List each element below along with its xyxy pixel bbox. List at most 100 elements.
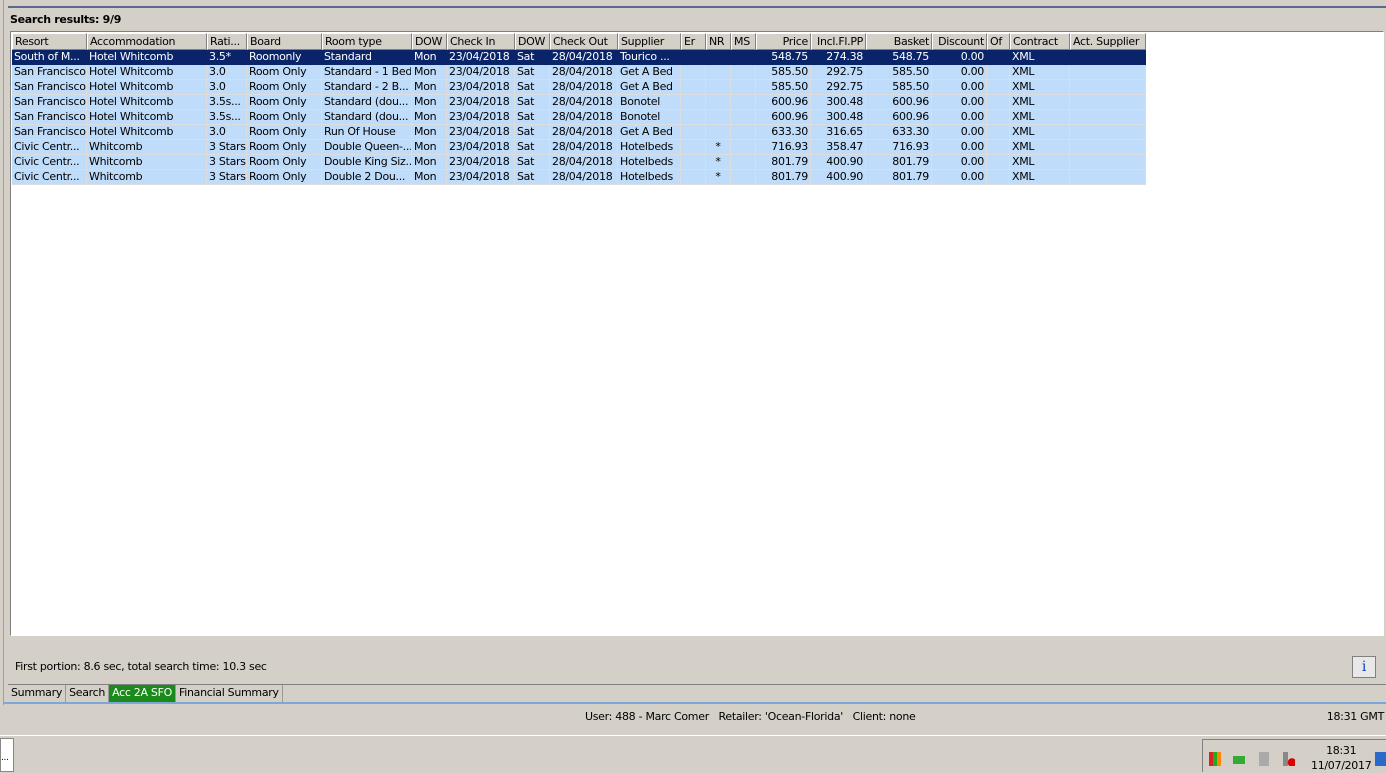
table-cell xyxy=(987,80,1010,95)
column-header[interactable]: Check In xyxy=(447,33,515,50)
column-header[interactable]: Rati... xyxy=(207,33,247,50)
table-cell: Whitcomb xyxy=(87,140,207,155)
user-info: User: 488 - Marc Comer Retailer: 'Ocean-… xyxy=(585,710,916,723)
table-cell: 28/04/2018 xyxy=(550,140,618,155)
table-cell: 0.00 xyxy=(932,110,987,125)
table-cell xyxy=(1070,110,1146,125)
tab-acc-2a-sfo[interactable]: Acc 2A SFO xyxy=(109,685,176,702)
table-cell: 28/04/2018 xyxy=(550,50,618,65)
taskbar-button-label: ... xyxy=(1,753,9,763)
table-cell xyxy=(987,95,1010,110)
table-cell xyxy=(1070,155,1146,170)
table-cell xyxy=(987,170,1010,185)
table-cell xyxy=(681,125,706,140)
table-cell: 23/04/2018 xyxy=(447,95,515,110)
tab-financial-summary[interactable]: Financial Summary xyxy=(176,685,283,702)
table-cell: San Francisco xyxy=(12,65,87,80)
tab-search[interactable]: Search xyxy=(66,685,110,702)
volume-muted-icon[interactable] xyxy=(1283,752,1295,766)
table-cell: 28/04/2018 xyxy=(550,155,618,170)
table-cell xyxy=(987,125,1010,140)
column-header[interactable]: Discount xyxy=(932,33,987,50)
table-cell: Whitcomb xyxy=(87,170,207,185)
table-cell: Civic Centr... xyxy=(12,140,87,155)
table-cell: Room Only xyxy=(247,110,322,125)
table-cell xyxy=(706,125,731,140)
show-desktop-icon[interactable] xyxy=(1375,752,1386,766)
table-cell: 0.00 xyxy=(932,80,987,95)
column-header[interactable]: Price xyxy=(756,33,811,50)
column-header[interactable]: Resort xyxy=(12,33,87,50)
table-cell: 3.5s... xyxy=(207,95,247,110)
column-header[interactable]: Of xyxy=(987,33,1010,50)
table-cell: 23/04/2018 xyxy=(447,80,515,95)
table-cell: Room Only xyxy=(247,155,322,170)
table-row[interactable]: Civic Centr... Whitcomb 3 Stars Room Only Do… xyxy=(12,155,1146,170)
taskbar-button[interactable]: ... xyxy=(0,738,14,772)
column-header[interactable]: Room type xyxy=(322,33,412,50)
table-cell: 3.0 xyxy=(207,65,247,80)
table-cell: 400.90 xyxy=(811,155,866,170)
taskbar-clock[interactable]: 18:31 11/07/2017 xyxy=(1311,743,1372,773)
table-cell xyxy=(681,95,706,110)
table-row[interactable]: San Francisco Hotel Whitcomb 3.5s... Room O… xyxy=(12,110,1146,125)
results-grid[interactable]: Resort Accommodation Rati... Board Room type… xyxy=(10,31,1384,636)
table-cell: 358.47 xyxy=(811,140,866,155)
table-cell: 801.79 xyxy=(756,155,811,170)
column-header[interactable]: Check Out xyxy=(550,33,618,50)
column-header[interactable]: Contract xyxy=(1010,33,1070,50)
table-row[interactable]: San Francisco Hotel Whitcomb 3.0 Room Only S… xyxy=(12,80,1146,95)
table-cell: Sat xyxy=(515,125,550,140)
table-row[interactable]: San Francisco Hotel Whitcomb 3.0 Room Only S… xyxy=(12,65,1146,80)
table-row[interactable]: San Francisco Hotel Whitcomb 3.5s... Room O… xyxy=(12,95,1146,110)
table-cell: XML xyxy=(1010,80,1070,95)
table-cell: XML xyxy=(1010,140,1070,155)
table-cell: 585.50 xyxy=(756,65,811,80)
tab-summary[interactable]: Summary xyxy=(8,685,67,702)
column-header[interactable]: DOW xyxy=(515,33,550,50)
column-header[interactable]: Accommodation xyxy=(87,33,207,50)
table-row[interactable]: San Francisco Hotel Whitcomb 3.0 Room Only R… xyxy=(12,125,1146,140)
search-time-status: First portion: 8.6 sec, total search tim… xyxy=(15,660,267,673)
table-cell: 300.48 xyxy=(811,95,866,110)
column-header[interactable]: Incl.Fl.PP xyxy=(811,33,866,50)
table-cell: Mon xyxy=(412,125,447,140)
table-cell: 3 Stars xyxy=(207,155,247,170)
table-cell: Double Queen-... xyxy=(322,140,412,155)
column-header[interactable]: DOW xyxy=(412,33,447,50)
column-header[interactable]: Act. Supplier xyxy=(1070,33,1146,50)
table-cell: XML xyxy=(1010,95,1070,110)
connection-tray-icon[interactable] xyxy=(1259,752,1269,766)
column-header[interactable]: Supplier xyxy=(618,33,681,50)
table-cell: XML xyxy=(1010,50,1070,65)
table-row[interactable]: South of M... Hotel Whitcomb 3.5* Roomonly S… xyxy=(12,50,1146,65)
table-cell: 0.00 xyxy=(932,65,987,80)
column-header[interactable]: Board xyxy=(247,33,322,50)
table-cell xyxy=(1070,125,1146,140)
info-button[interactable]: i xyxy=(1352,656,1376,678)
table-cell: Hotel Whitcomb xyxy=(87,65,207,80)
window-edge xyxy=(0,0,4,705)
table-cell: 28/04/2018 xyxy=(550,170,618,185)
table-cell: Hotel Whitcomb xyxy=(87,80,207,95)
table-cell: Civic Centr... xyxy=(12,170,87,185)
table-cell xyxy=(1070,170,1146,185)
table-row[interactable]: Civic Centr... Whitcomb 3 Stars Room Only Do… xyxy=(12,170,1146,185)
table-row[interactable]: Civic Centr... Whitcomb 3 Stars Room Only Do… xyxy=(12,140,1146,155)
table-cell xyxy=(681,170,706,185)
column-header[interactable]: Basket xyxy=(866,33,932,50)
column-header[interactable]: MS xyxy=(731,33,756,50)
column-header[interactable]: NR xyxy=(706,33,731,50)
column-header[interactable]: Er xyxy=(681,33,706,50)
system-tray: 18:31 11/07/2017 xyxy=(1202,739,1386,772)
network-tray-icon[interactable] xyxy=(1233,756,1245,764)
table-cell xyxy=(681,80,706,95)
table-cell: 274.38 xyxy=(811,50,866,65)
table-cell: Run Of House xyxy=(322,125,412,140)
table-cell: 23/04/2018 xyxy=(447,140,515,155)
app-tray-icon[interactable] xyxy=(1209,752,1221,766)
table-cell: Hotelbeds xyxy=(618,140,681,155)
taskbar-time: 18:31 xyxy=(1326,744,1357,757)
table-cell: Sat xyxy=(515,80,550,95)
table-cell: Bonotel xyxy=(618,110,681,125)
